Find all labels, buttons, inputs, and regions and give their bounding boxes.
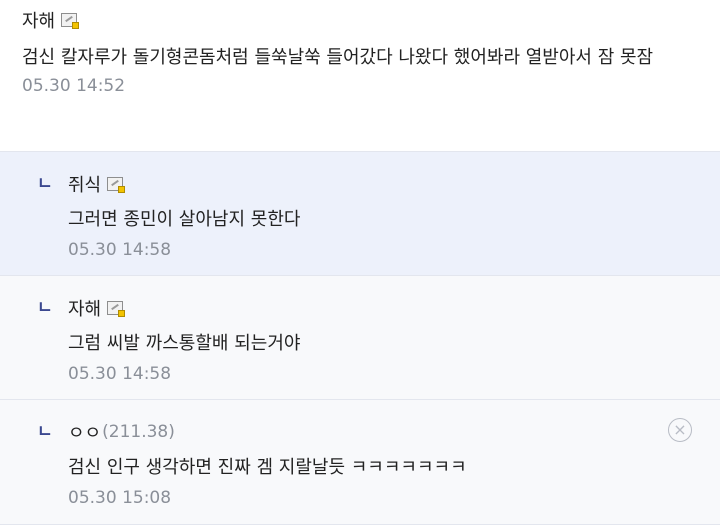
comment-nickname[interactable]: 자해 bbox=[22, 7, 55, 33]
reply-nickname[interactable]: ㅇㅇ bbox=[68, 419, 101, 445]
reply-nickname[interactable]: 쥐식 bbox=[68, 171, 101, 197]
reply-arrow-icon: ㄴ bbox=[37, 174, 53, 194]
reply-timestamp: 05.30 14:58 bbox=[68, 240, 172, 260]
gallog-badge-icon[interactable] bbox=[61, 13, 80, 29]
reply-text: 그러면 종민이 살아남지 못한다 bbox=[68, 209, 301, 230]
close-circle-icon[interactable]: × bbox=[668, 418, 692, 442]
reply-header: 자해 bbox=[68, 294, 720, 322]
gallog-badge-icon[interactable] bbox=[107, 177, 126, 193]
reply-item: ㄴ 자해 그럼 씨발 까스통할배 되는거야 05.30 14:58 bbox=[0, 276, 720, 400]
comment-timestamp: 05.30 14:52 bbox=[22, 76, 126, 96]
reply-text: 그럼 씨발 까스통할배 되는거야 bbox=[68, 333, 301, 354]
comment-header: 자해 bbox=[22, 6, 720, 34]
reply-timestamp: 05.30 14:58 bbox=[68, 364, 172, 384]
reply-header: ㅇㅇ (211.38) bbox=[68, 418, 720, 446]
comment-list: 자해 검신 칼자루가 돌기형콘돔처럼 들쑥날쑥 들어갔다 나왔다 했어봐라 열받… bbox=[0, 0, 720, 525]
reply-arrow-icon: ㄴ bbox=[37, 298, 53, 318]
reply-ip: (211.38) bbox=[102, 422, 175, 442]
reply-text: 검신 인구 생각하면 진짜 겜 지랄날듯 ㅋㅋㅋㅋㅋㅋㅋ bbox=[68, 457, 467, 478]
reply-header: 쥐식 bbox=[68, 170, 720, 198]
comment-item: 자해 검신 칼자루가 돌기형콘돔처럼 들쑥날쑥 들어갔다 나왔다 했어봐라 열받… bbox=[0, 0, 720, 152]
gallog-badge-icon[interactable] bbox=[107, 301, 126, 317]
reply-nickname[interactable]: 자해 bbox=[68, 295, 101, 321]
reply-item: ㄴ 쥐식 그러면 종민이 살아남지 못한다 05.30 14:58 bbox=[0, 152, 720, 276]
comment-text: 검신 칼자루가 돌기형콘돔처럼 들쑥날쑥 들어갔다 나왔다 했어봐라 열받아서 … bbox=[22, 47, 654, 68]
reply-arrow-icon: ㄴ bbox=[37, 422, 53, 442]
reply-timestamp: 05.30 15:08 bbox=[68, 488, 172, 508]
reply-item: ㄴ ㅇㅇ (211.38) 검신 인구 생각하면 진짜 겜 지랄날듯 ㅋㅋㅋㅋㅋ… bbox=[0, 400, 720, 525]
